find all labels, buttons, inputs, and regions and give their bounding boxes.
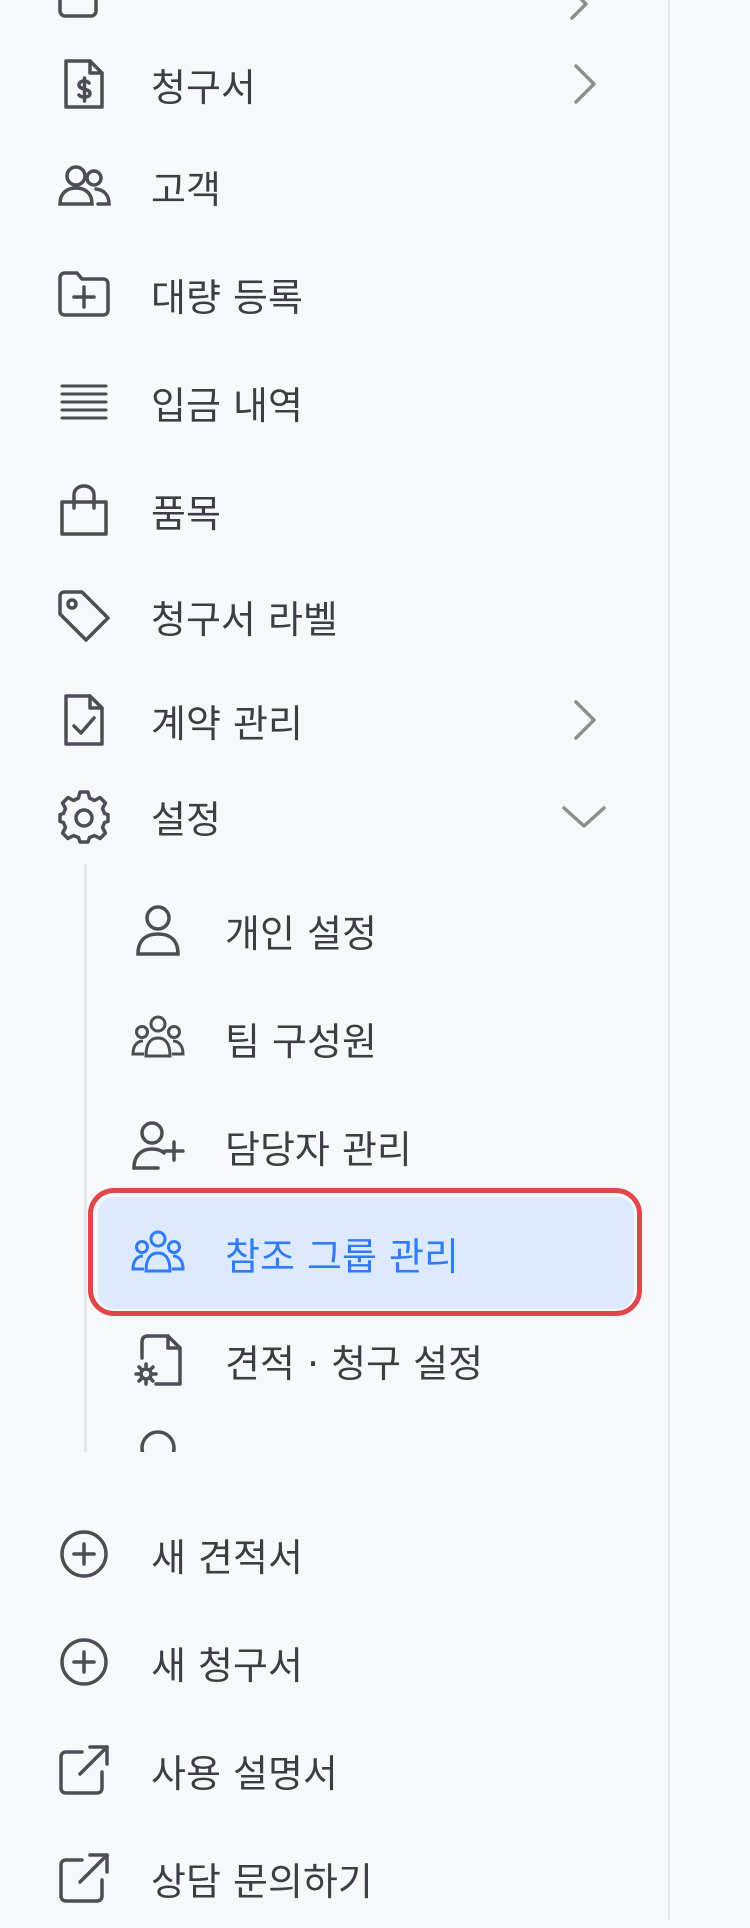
- users-icon: [56, 158, 112, 214]
- sidebar-subitem-personal-settings[interactable]: 개인 설정: [90, 880, 650, 980]
- sidebar-item-invoice-labels[interactable]: 청구서 라벨: [0, 566, 668, 666]
- folder-plus-icon: [56, 266, 112, 322]
- user-icon: [130, 902, 186, 958]
- sidebar-item-label: 새 견적서: [151, 1535, 303, 1580]
- chevron-down-icon[interactable]: [560, 792, 608, 840]
- sidebar-item-customers[interactable]: 고객: [0, 136, 668, 236]
- sidebar-item-label: 상담 문의하기: [151, 1859, 373, 1904]
- sidebar-item-label: 새 청구서: [151, 1643, 303, 1688]
- sidebar-item-invoice[interactable]: 청구서: [0, 34, 668, 134]
- sidebar-subitem-label: 개인 설정: [225, 911, 377, 956]
- sidebar-item-contact-support[interactable]: 상담 문의하기: [0, 1828, 668, 1928]
- external-link-icon: [56, 1742, 112, 1798]
- sidebar-item-label: 사용 설명서: [151, 1751, 338, 1796]
- sidebar-item-bulk-register[interactable]: 대량 등록: [0, 244, 668, 344]
- settings-tree-line: [84, 864, 87, 1452]
- sidebar-subitem-clipped[interactable]: [90, 1420, 650, 1452]
- clipped-subitem-icon: [140, 1430, 176, 1452]
- sidebar-subitem-label: 견적 · 청구 설정: [225, 1341, 484, 1386]
- group-icon: [130, 1225, 186, 1281]
- user-plus-icon: [130, 1118, 186, 1174]
- sidebar-item-new-invoice[interactable]: 새 청구서: [0, 1612, 668, 1712]
- chevron-right-icon[interactable]: [560, 696, 608, 744]
- sidebar-subitem-label: 담당자 관리: [225, 1127, 412, 1172]
- sidebar-item-label: 계약 관리: [151, 701, 303, 746]
- sidebar-item-label: 청구서 라벨: [151, 597, 338, 642]
- file-dollar-icon: [56, 56, 112, 112]
- main-content-edge: [670, 0, 750, 1920]
- sidebar-item-user-guide[interactable]: 사용 설명서: [0, 1720, 668, 1820]
- sidebar-item-new-quote[interactable]: 새 견적서: [0, 1504, 668, 1604]
- sidebar-item-label: 품목: [151, 491, 221, 536]
- sidebar-item-deposits[interactable]: 입금 내역: [0, 352, 668, 452]
- sidebar-item-label: 고객: [151, 167, 221, 212]
- file-gear-icon: [130, 1332, 186, 1388]
- sidebar-subitem-label: 팀 구성원: [225, 1019, 377, 1064]
- sidebar-item-label: 청구서: [151, 65, 256, 110]
- sidebar-item-label: 대량 등록: [151, 275, 303, 320]
- file-check-icon: [56, 692, 112, 748]
- sidebar-nav: 청구서 고객 대량 등록 입금 내역 품목 청구서 라벨 계약 관리 설정 개인…: [0, 0, 668, 1920]
- sidebar-subitem-team-members[interactable]: 팀 구성원: [90, 988, 650, 1088]
- sidebar-subitem-manager-admin[interactable]: 담당자 관리: [90, 1096, 650, 1196]
- tag-icon: [56, 588, 112, 644]
- plus-circle-icon: [56, 1526, 112, 1582]
- clipped-item-icon: [58, 0, 588, 20]
- sidebar-item-settings[interactable]: 설정: [0, 766, 668, 866]
- team-icon: [130, 1010, 186, 1066]
- plus-circle-icon: [56, 1634, 112, 1690]
- sidebar-subitem-quote-invoice-settings[interactable]: 견적 · 청구 설정: [90, 1310, 650, 1410]
- list-lines-icon: [56, 374, 112, 430]
- sidebar-item-products[interactable]: 품목: [0, 460, 668, 560]
- sidebar-item-label: 설정: [151, 797, 221, 842]
- sidebar-subitem-reference-groups[interactable]: 참조 그룹 관리: [98, 1197, 634, 1309]
- sidebar-item-clipped-top[interactable]: [0, 0, 668, 22]
- sidebar-item-label: 입금 내역: [151, 383, 303, 428]
- shopping-bag-icon: [56, 482, 112, 538]
- external-link-icon: [56, 1850, 112, 1906]
- sidebar-item-contracts[interactable]: 계약 관리: [0, 670, 668, 770]
- sidebar-subitem-label: 참조 그룹 관리: [225, 1234, 459, 1279]
- gear-icon: [56, 788, 112, 844]
- chevron-right-icon[interactable]: [560, 60, 608, 108]
